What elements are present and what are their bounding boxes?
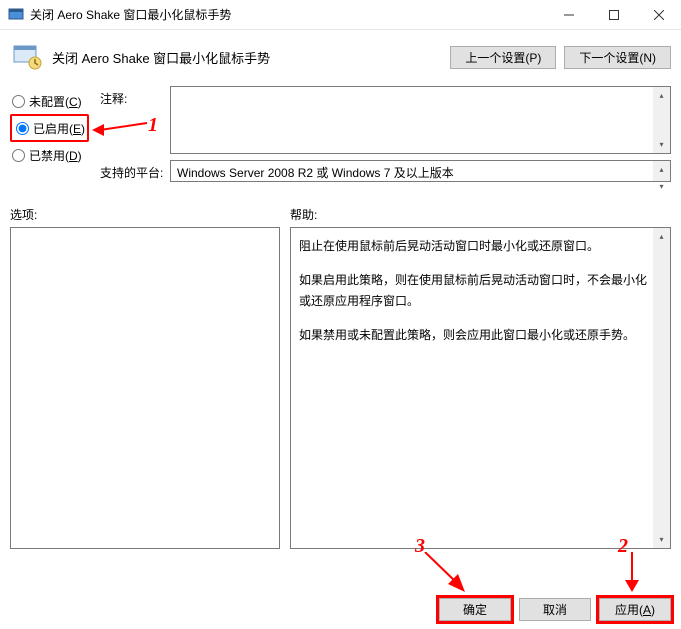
header: 关闭 Aero Shake 窗口最小化鼠标手势 上一个设置(P) 下一个设置(N… — [0, 30, 681, 80]
scrollbar-vertical[interactable]: ▴▾ — [653, 87, 670, 153]
minimize-button[interactable] — [546, 0, 591, 29]
next-setting-button[interactable]: 下一个设置(N) — [564, 46, 671, 69]
radio-disabled-input[interactable] — [12, 149, 25, 162]
lower-panes: 阻止在使用鼠标前后晃动活动窗口时最小化或还原窗口。 如果启用此策略，则在使用鼠标… — [0, 227, 681, 549]
state-radio-group: 未配置(C) 已启用(E) 已禁用(D) — [10, 86, 100, 188]
platforms-text: Windows Server 2008 R2 或 Windows 7 及以上版本 — [177, 166, 454, 180]
platforms-box: Windows Server 2008 R2 或 Windows 7 及以上版本… — [170, 160, 671, 182]
scrollbar-vertical[interactable]: ▴▾ — [653, 161, 670, 181]
cancel-button[interactable]: 取消 — [519, 598, 591, 621]
config-area: 未配置(C) 已启用(E) 已禁用(D) 注释: ▴▾ 支持的平台: Windo… — [0, 80, 681, 188]
policy-title: 关闭 Aero Shake 窗口最小化鼠标手势 — [52, 48, 442, 67]
help-box: 阻止在使用鼠标前后晃动活动窗口时最小化或还原窗口。 如果启用此策略，则在使用鼠标… — [290, 227, 671, 549]
radio-disabled[interactable]: 已禁用(D) — [10, 144, 100, 166]
comment-textarea[interactable]: ▴▾ — [170, 86, 671, 154]
footer-buttons: 确定 取消 应用(A) — [439, 598, 671, 621]
window-title: 关闭 Aero Shake 窗口最小化鼠标手势 — [30, 6, 546, 23]
comment-label: 注释: — [100, 86, 170, 154]
ok-button[interactable]: 确定 — [439, 598, 511, 621]
policy-icon — [10, 40, 44, 74]
apply-button[interactable]: 应用(A) — [599, 598, 671, 621]
radio-not-configured-label: 未配置(C) — [29, 93, 82, 110]
help-paragraph: 如果启用此策略，则在使用鼠标前后晃动活动窗口时，不会最小化或还原应用程序窗口。 — [299, 270, 648, 311]
radio-disabled-label: 已禁用(D) — [29, 147, 82, 164]
mid-labels: 选项: 帮助: — [0, 188, 681, 227]
radio-enabled[interactable]: 已启用(E) — [14, 117, 85, 139]
annotation-arrow-3 — [420, 552, 470, 596]
titlebar: 关闭 Aero Shake 窗口最小化鼠标手势 — [0, 0, 681, 30]
app-icon — [8, 7, 24, 23]
options-box — [10, 227, 280, 549]
radio-enabled-label: 已启用(E) — [33, 120, 85, 137]
options-label: 选项: — [10, 206, 290, 223]
help-paragraph: 阻止在使用鼠标前后晃动活动窗口时最小化或还原窗口。 — [299, 236, 648, 256]
annotation-arrow-2 — [622, 552, 642, 592]
help-label: 帮助: — [290, 206, 317, 223]
radio-enabled-input[interactable] — [16, 122, 29, 135]
maximize-button[interactable] — [591, 0, 636, 29]
scrollbar-vertical[interactable]: ▴▾ — [653, 228, 670, 548]
close-button[interactable] — [636, 0, 681, 29]
radio-not-configured[interactable]: 未配置(C) — [10, 90, 100, 112]
help-paragraph: 如果禁用或未配置此策略，则会应用此窗口最小化或还原手势。 — [299, 325, 648, 345]
radio-not-configured-input[interactable] — [12, 95, 25, 108]
prev-setting-button[interactable]: 上一个设置(P) — [450, 46, 556, 69]
platforms-label: 支持的平台: — [100, 160, 170, 182]
